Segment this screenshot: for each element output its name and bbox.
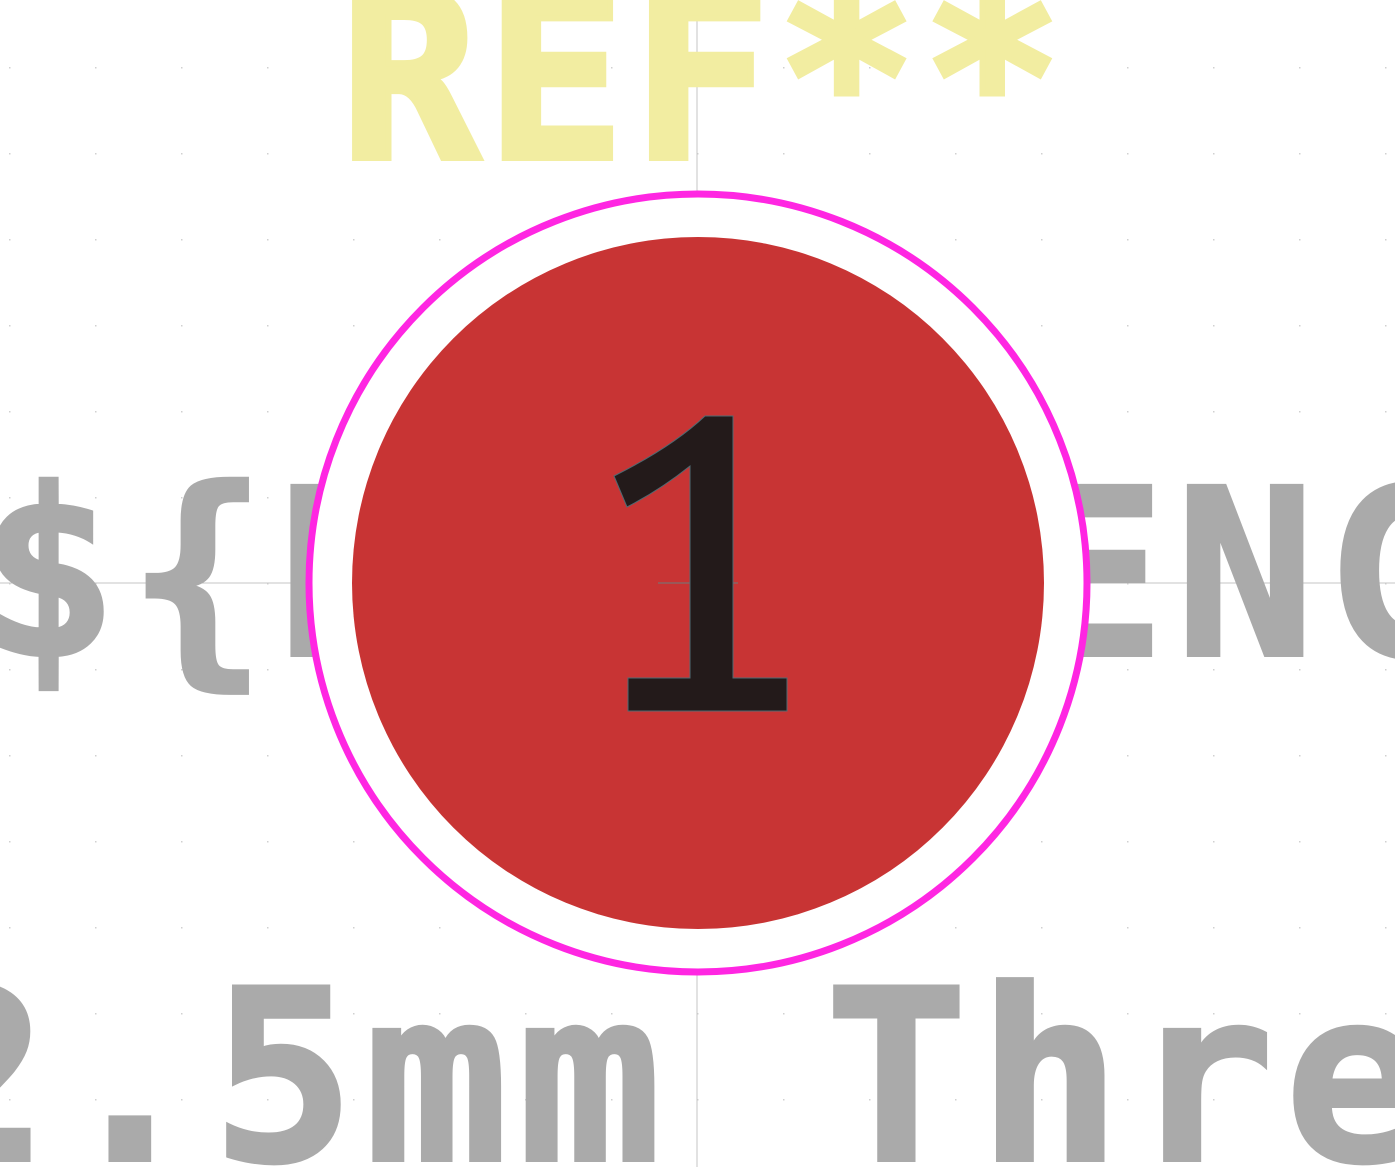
grid-dot (9, 153, 11, 155)
grid-dot (95, 325, 97, 327)
grid-dot (1299, 755, 1301, 757)
grid-dot (9, 755, 11, 757)
grid-dot (439, 239, 441, 241)
grid-dot (1127, 153, 1129, 155)
grid-dot (181, 325, 183, 327)
grid-dot (1127, 239, 1129, 241)
grid-dot (9, 325, 11, 327)
grid-dot (1385, 411, 1387, 413)
grid-dot (1299, 67, 1301, 69)
grid-dot (1041, 927, 1043, 929)
grid-dot (1213, 153, 1215, 155)
grid-dot (181, 67, 183, 69)
grid-dot (9, 411, 11, 413)
grid-dot (181, 153, 183, 155)
grid-dot (1127, 67, 1129, 69)
grid-dot (267, 841, 269, 843)
grid-dot (267, 927, 269, 929)
grid-dot (1213, 411, 1215, 413)
pcb-canvas[interactable]: REF** ${REFERENCE} 2.5mm Threaded 1 (0, 0, 1395, 1167)
grid-dot (95, 411, 97, 413)
grid-dot (9, 67, 11, 69)
grid-dot (1385, 325, 1387, 327)
grid-dot (1213, 927, 1215, 929)
grid-dot (1299, 411, 1301, 413)
grid-dot (95, 927, 97, 929)
footprint-view[interactable]: REF** ${REFERENCE} 2.5mm Threaded 1 (0, 0, 1395, 1167)
grid-dot (181, 411, 183, 413)
grid-dot (1385, 239, 1387, 241)
grid-dot (9, 239, 11, 241)
grid-dot (1385, 755, 1387, 757)
grid-dot (1213, 325, 1215, 327)
pad-number: 1 (698, 692, 703, 703)
grid-dot (955, 239, 957, 241)
grid-dot (1299, 841, 1301, 843)
grid-dot (353, 841, 355, 843)
grid-dot (1041, 841, 1043, 843)
grid-dot (181, 927, 183, 929)
grid-dot (353, 239, 355, 241)
grid-dot (181, 239, 183, 241)
grid-dot (1127, 755, 1129, 757)
grid-dot (1385, 841, 1387, 843)
grid-dot (267, 153, 269, 155)
grid-dot (95, 239, 97, 241)
grid-dot (1299, 927, 1301, 929)
grid-dot (439, 927, 441, 929)
grid-dot (1385, 927, 1387, 929)
grid-dot (95, 841, 97, 843)
grid-dot (9, 927, 11, 929)
grid-dot (1127, 411, 1129, 413)
grid-dot (9, 841, 11, 843)
grid-dot (267, 325, 269, 327)
grid-dot (181, 755, 183, 757)
grid-dot (353, 325, 355, 327)
grid-dot (1213, 755, 1215, 757)
grid-dot (95, 153, 97, 155)
grid-dot (95, 755, 97, 757)
grid-dot (1041, 325, 1043, 327)
grid-dot (1127, 325, 1129, 327)
grid-dot (1299, 239, 1301, 241)
grid-dot (1213, 239, 1215, 241)
grid-dot (95, 67, 97, 69)
grid-dot (181, 841, 183, 843)
grid-dot (1299, 153, 1301, 155)
grid-dot (1385, 67, 1387, 69)
grid-dot (267, 67, 269, 69)
grid-dot (267, 755, 269, 757)
ref-silkscreen-text[interactable]: REF** (337, 0, 1068, 216)
grid-dot (1385, 153, 1387, 155)
grid-dot (1299, 325, 1301, 327)
grid-dot (353, 927, 355, 929)
grid-dot (267, 411, 269, 413)
grid-dot (1213, 841, 1215, 843)
grid-dot (955, 927, 957, 929)
grid-dot (1127, 927, 1129, 929)
grid-dot (1213, 67, 1215, 69)
grid-dot (267, 239, 269, 241)
grid-dot (1041, 239, 1043, 241)
grid-dot (1127, 841, 1129, 843)
